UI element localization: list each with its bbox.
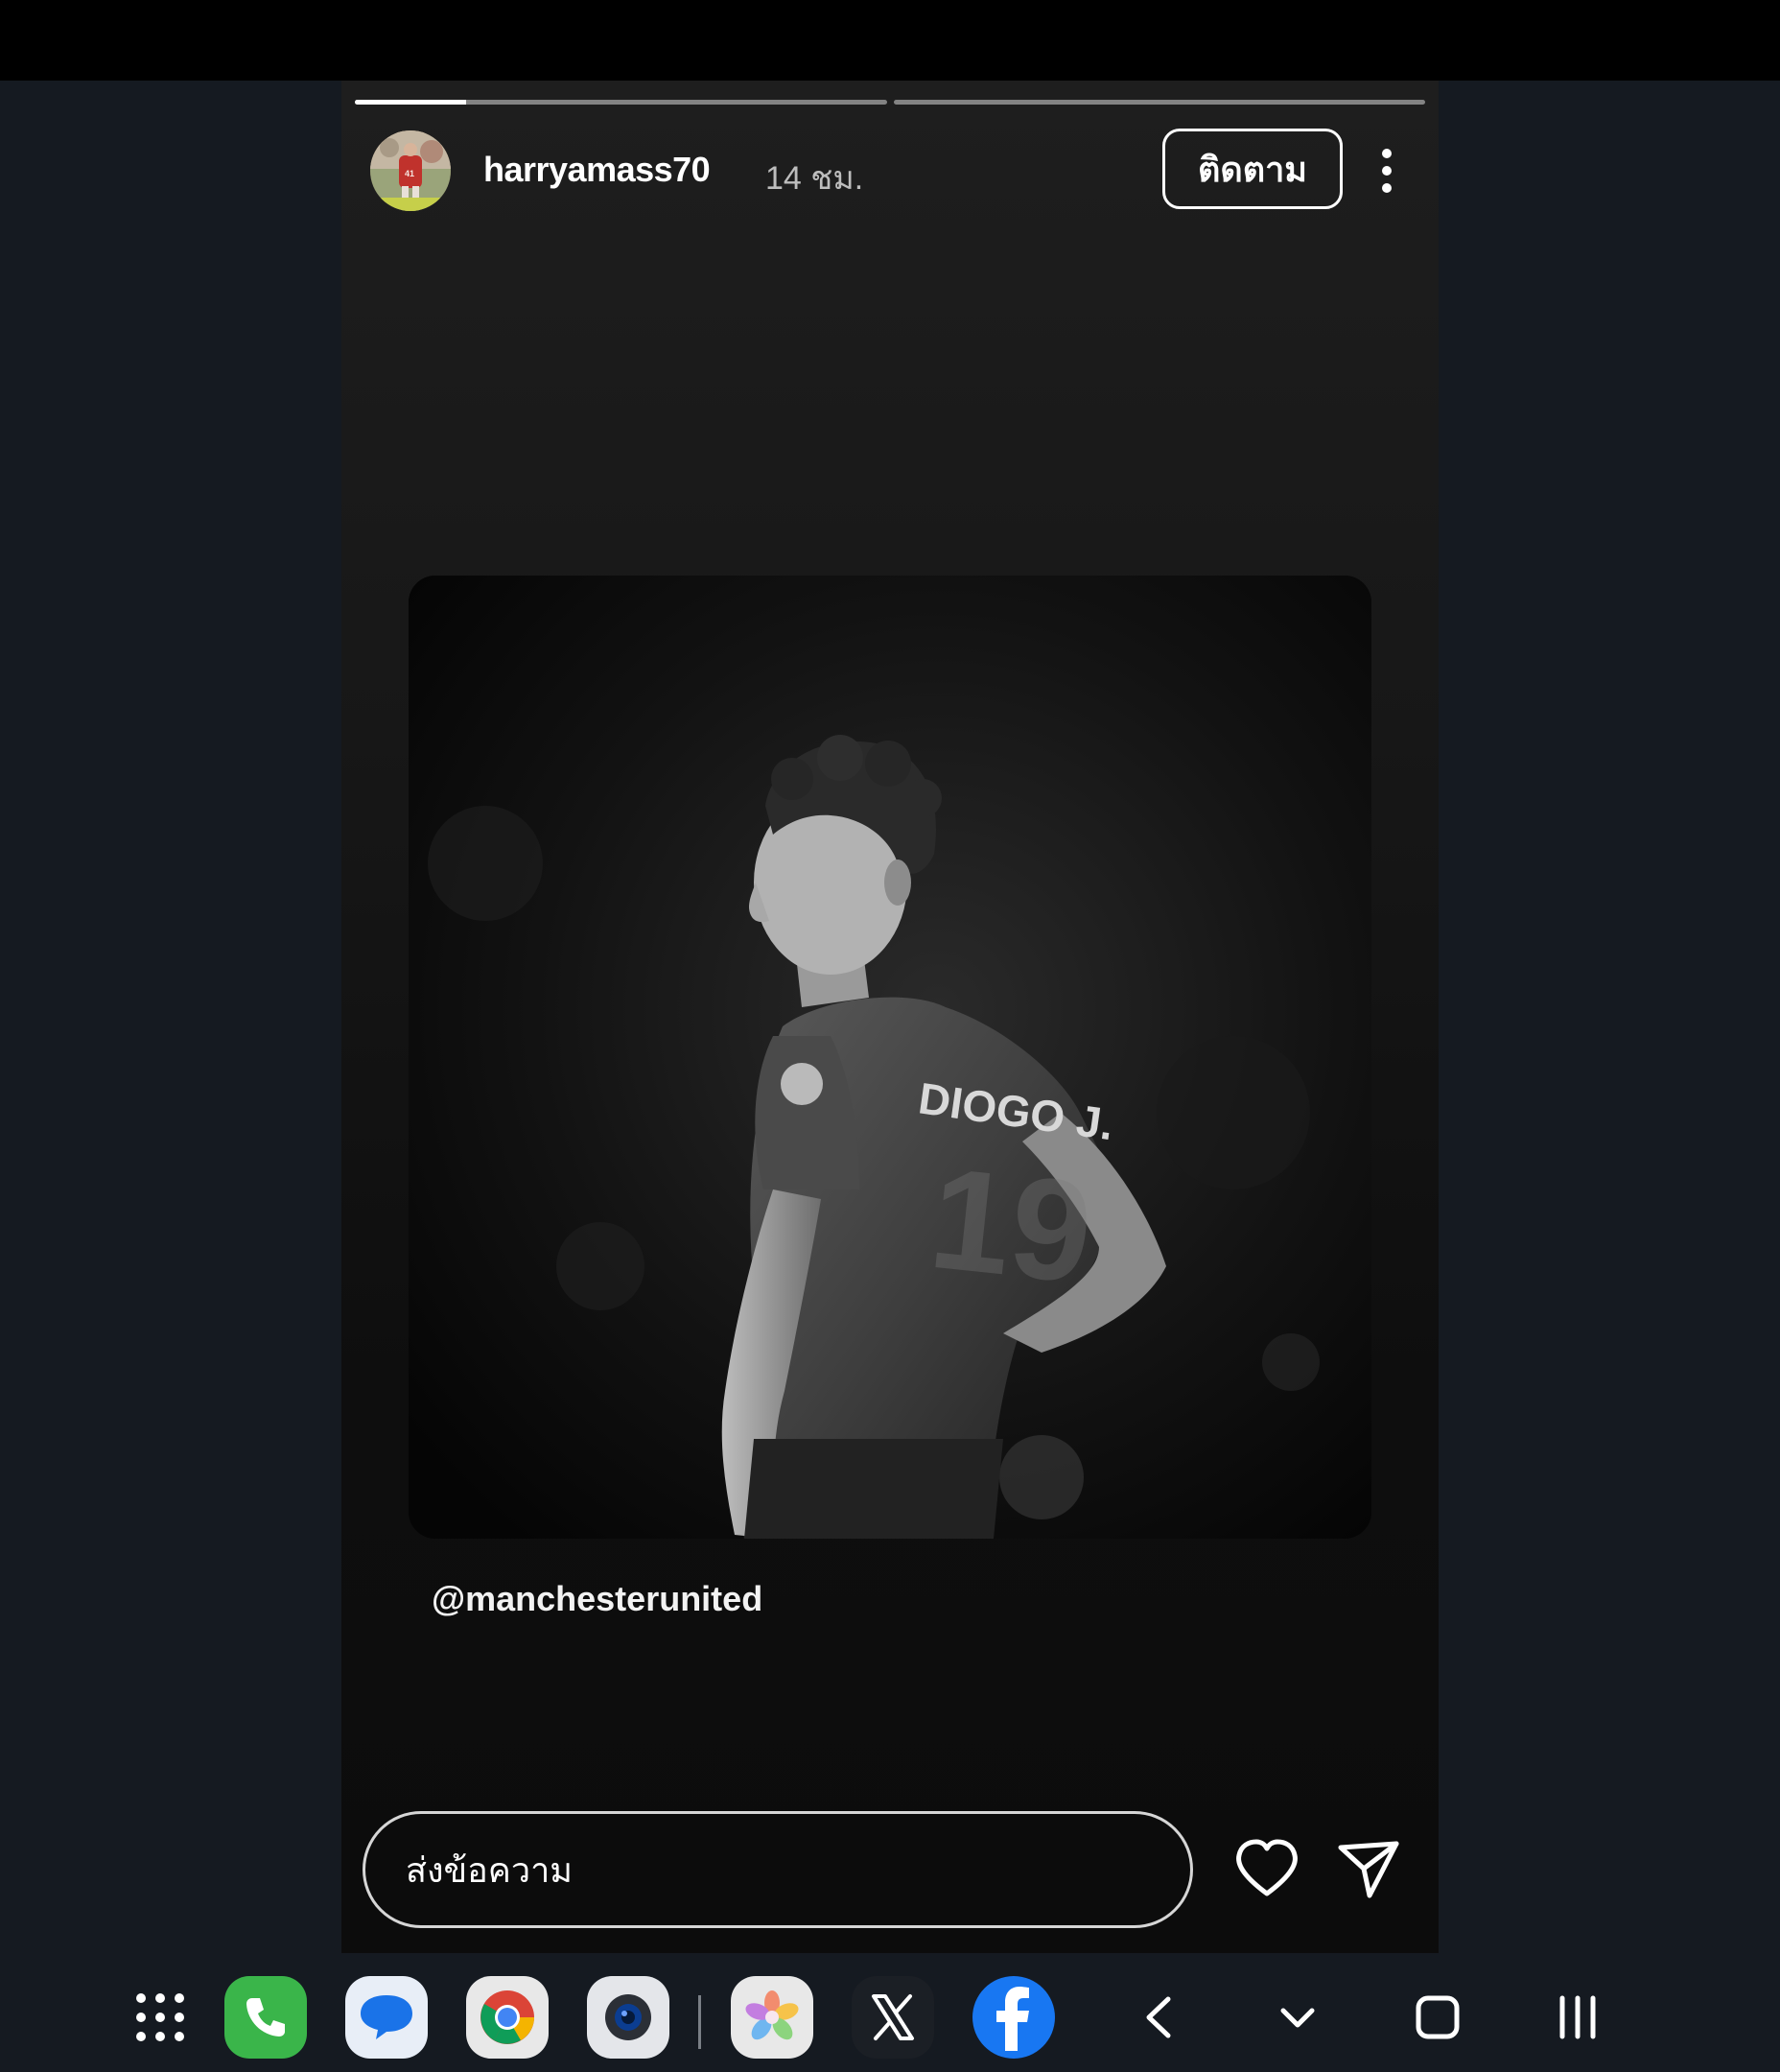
more-options-icon[interactable]: [1368, 142, 1406, 200]
send-icon[interactable]: [1335, 1836, 1402, 1903]
camera-app[interactable]: [587, 1976, 669, 2059]
avatar-image: 41: [370, 130, 451, 211]
progress-segment: [893, 100, 1425, 105]
svg-text:19: 19: [924, 1137, 1100, 1314]
phone-icon: [246, 1998, 285, 2037]
progress-segment: [355, 100, 887, 105]
photos-app[interactable]: [731, 1976, 813, 2059]
svg-text:41: 41: [405, 169, 414, 178]
reply-bar[interactable]: [363, 1811, 1193, 1928]
facebook-icon: [996, 1987, 1029, 2051]
progress-segment-fill: [355, 100, 467, 105]
story-username[interactable]: harryamass70: [483, 150, 711, 190]
like-heart-icon[interactable]: [1233, 1836, 1300, 1903]
chrome-app[interactable]: [466, 1976, 549, 2059]
status-bar: [0, 0, 1780, 81]
back-icon[interactable]: [1128, 1986, 1191, 2049]
apps-grid-icon[interactable]: [119, 1976, 201, 2059]
story-mention[interactable]: @manchesterunited: [432, 1579, 762, 1619]
follow-button[interactable]: ติดตาม: [1162, 129, 1343, 209]
x-icon: [872, 1994, 914, 2040]
messages-app[interactable]: [345, 1976, 428, 2059]
phone-app[interactable]: [224, 1976, 307, 2059]
avatar[interactable]: 41: [370, 130, 451, 211]
taskbar: [0, 1953, 1780, 2072]
chrome-icon: [480, 1990, 534, 2044]
taskbar-divider: [698, 1995, 701, 2049]
story-progress-bar: [355, 100, 1425, 105]
photos-icon: [745, 1990, 799, 2040]
player-photo: DIOGO J. 19: [409, 576, 1371, 1539]
story-header: 41 harryamass70 14 ชม. ติดตาม: [370, 129, 1416, 221]
messages-icon: [361, 1995, 412, 2039]
recents-icon[interactable]: [1546, 1986, 1609, 2049]
camera-icon: [605, 1994, 651, 2040]
facebook-app[interactable]: [972, 1976, 1055, 2059]
story-post-image[interactable]: DIOGO J. 19: [409, 576, 1371, 1539]
home-icon[interactable]: [1406, 1986, 1469, 2049]
x-app[interactable]: [852, 1976, 934, 2059]
reply-input[interactable]: [404, 1814, 1156, 1927]
hide-keyboard-icon[interactable]: [1266, 1986, 1329, 2049]
story-timestamp: 14 ชม.: [765, 160, 864, 197]
story-viewer[interactable]: 41 harryamass70 14 ชม. ติดตาม DIOGO J. 1…: [341, 81, 1439, 1953]
